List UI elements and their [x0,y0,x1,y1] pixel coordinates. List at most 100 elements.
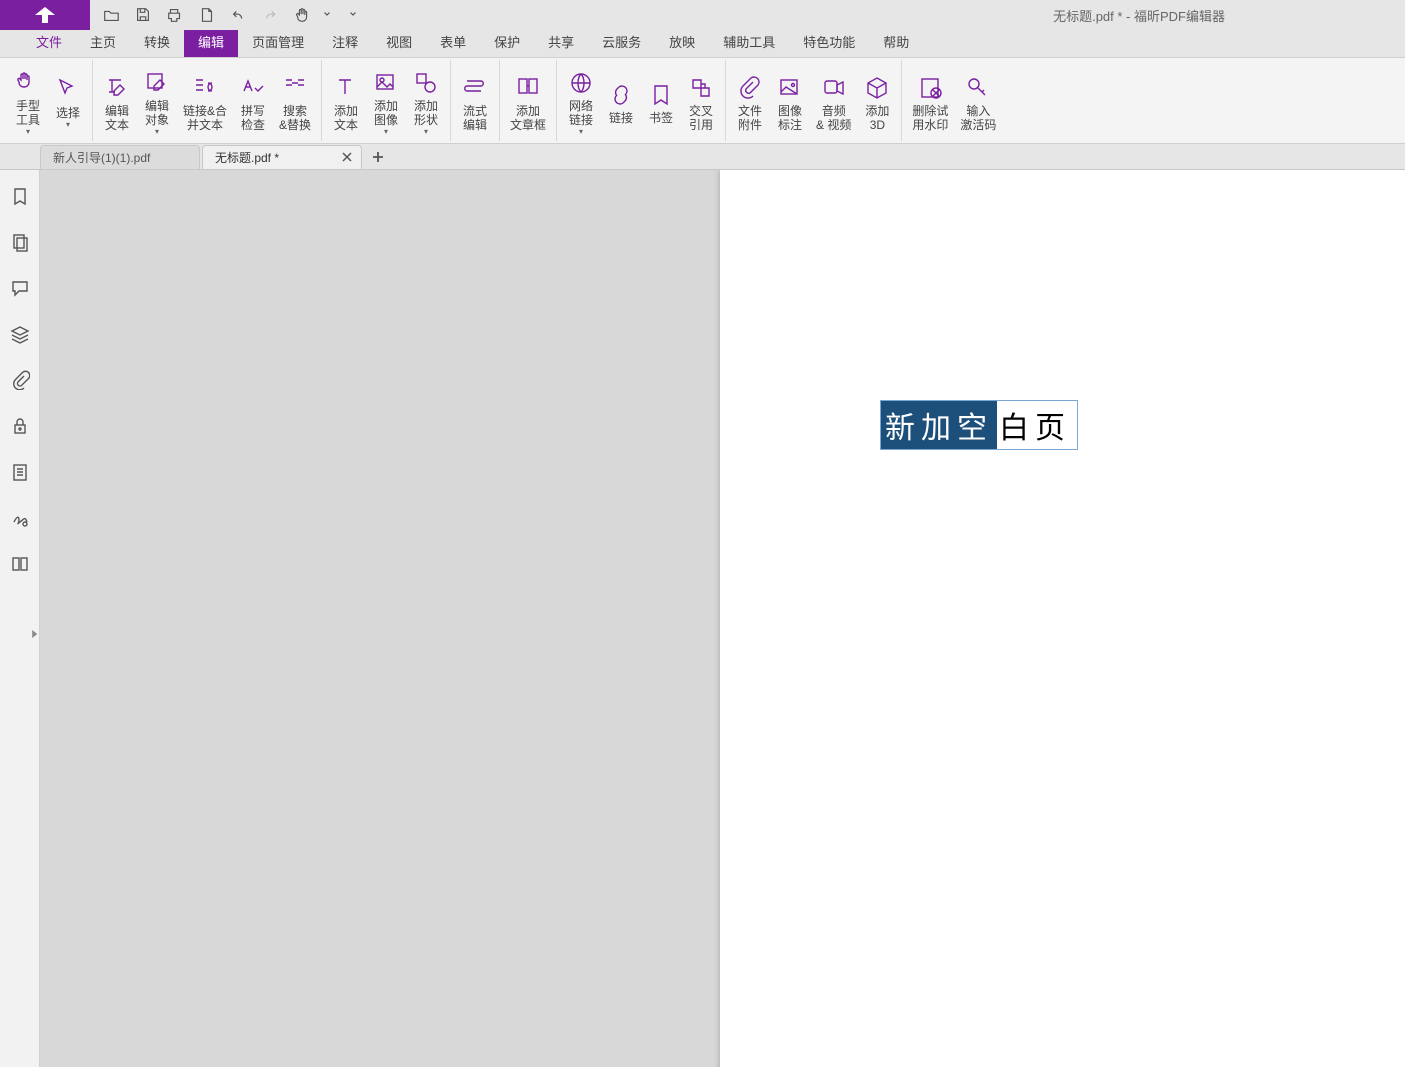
menu-tab-3[interactable]: 编辑 [184,27,238,57]
hand-quick-icon[interactable] [288,2,318,28]
attachments-panel-icon[interactable] [8,368,32,392]
link-merge-text-icon [191,74,219,102]
link-merge-text-label: 链接&合 并文本 [183,104,227,132]
web-link-dropdown-icon[interactable]: ▾ [579,128,583,136]
document-tab-0[interactable]: 新人引导(1)(1).pdf [40,145,200,169]
undo-icon[interactable] [224,2,254,28]
hand-tool-icon [14,69,42,97]
menu-tab-4[interactable]: 页面管理 [238,27,318,57]
ribbon-group: 流式 编辑 [451,60,500,141]
add-article-label: 添加 文章框 [510,104,546,132]
print-icon[interactable] [160,2,190,28]
articles-panel-icon[interactable] [8,460,32,484]
menu-tab-14[interactable]: 帮助 [869,27,923,57]
edit-text-button[interactable]: 编辑 文本 [97,70,137,132]
add-image-icon [372,69,400,97]
document-canvas[interactable]: 新加空 白页 [40,170,1405,1067]
left-sidebar [0,170,40,1067]
ribbon-group: 网络 链接▾链接书签交叉 引用 [557,60,726,141]
enter-activation-label: 输入 激活码 [960,104,996,132]
document-tab-label: 新人引导(1)(1).pdf [53,149,150,166]
pages-panel-icon[interactable] [8,230,32,254]
add-shape-label: 添加 形状 [414,99,438,127]
document-tab-1[interactable]: 无标题.pdf * [202,145,362,169]
menu-tab-13[interactable]: 特色功能 [789,27,869,57]
link-icon [607,81,635,109]
add-image-button[interactable]: 添加 图像▾ [366,65,406,136]
reflow-edit-button[interactable]: 流式 编辑 [455,70,495,132]
text-edit-box[interactable]: 新加空 白页 [880,400,1078,450]
sidebar-expand-icon[interactable] [30,619,40,649]
add-text-label: 添加 文本 [334,104,358,132]
hand-tool-button[interactable]: 手型 工具▾ [8,65,48,136]
add-shape-dropdown-icon[interactable]: ▾ [424,128,428,136]
qat-customize-icon[interactable] [346,11,360,19]
remove-trial-watermark-label: 删除试 用水印 [912,104,948,132]
close-tab-icon[interactable] [341,151,353,163]
add-3d-button[interactable]: 添加 3D [857,70,897,132]
add-image-label: 添加 图像 [374,99,398,127]
add-text-icon [332,74,360,102]
select-tool-button[interactable]: 选择▾ [48,72,88,129]
select-tool-label: 选择 [56,106,80,120]
edit-object-dropdown-icon[interactable]: ▾ [155,128,159,136]
image-annot-icon [776,74,804,102]
spell-check-button[interactable]: 拼写 检查 [233,70,273,132]
new-tab-button[interactable] [364,145,392,169]
edit-object-button[interactable]: 编辑 对象▾ [137,65,177,136]
audio-video-button[interactable]: 音频 & 视频 [810,70,857,132]
hand-tool-dropdown-icon[interactable]: ▾ [26,128,30,136]
blank-page-icon[interactable] [192,2,222,28]
menu-tab-12[interactable]: 辅助工具 [709,27,789,57]
web-link-icon [567,69,595,97]
search-replace-button[interactable]: 搜索 &替换 [273,70,317,132]
link-button[interactable]: 链接 [601,77,641,125]
layers-panel-icon[interactable] [8,322,32,346]
security-panel-icon[interactable] [8,414,32,438]
remove-trial-watermark-button[interactable]: 删除试 用水印 [906,70,954,132]
document-tab-bar: 新人引导(1)(1).pdf 无标题.pdf * [0,144,1405,170]
ribbon-group: 删除试 用水印输入 激活码 [902,60,1006,141]
search-replace-label: 搜索 &替换 [279,104,311,132]
open-icon[interactable] [96,2,126,28]
add-image-dropdown-icon[interactable]: ▾ [384,128,388,136]
text-selected[interactable]: 新加空 [881,401,997,449]
web-link-button[interactable]: 网络 链接▾ [561,65,601,136]
bookmark-button[interactable]: 书签 [641,77,681,125]
add-text-button[interactable]: 添加 文本 [326,70,366,132]
text-after-caret[interactable]: 白页 [997,401,1077,449]
file-attach-icon [736,74,764,102]
save-icon[interactable] [128,2,158,28]
add-article-button[interactable]: 添加 文章框 [504,70,552,132]
menu-tab-0[interactable]: 文件 [22,27,76,57]
menu-tab-2[interactable]: 转换 [130,27,184,57]
image-annot-button[interactable]: 图像 标注 [770,70,810,132]
page[interactable]: 新加空 白页 [720,170,1405,1067]
menu-tab-7[interactable]: 表单 [426,27,480,57]
bookmarks-panel-icon[interactable] [8,184,32,208]
menu-tab-8[interactable]: 保护 [480,27,534,57]
link-merge-text-button[interactable]: 链接&合 并文本 [177,70,233,132]
hand-quick-dropdown-icon[interactable] [320,11,334,19]
enter-activation-button[interactable]: 输入 激活码 [954,70,1002,132]
cross-ref-button[interactable]: 交叉 引用 [681,70,721,132]
menu-tab-11[interactable]: 放映 [655,27,709,57]
menu-tab-1[interactable]: 主页 [76,27,130,57]
menu-tab-5[interactable]: 注释 [318,27,372,57]
menu-tab-10[interactable]: 云服务 [588,27,655,57]
edit-text-icon [103,74,131,102]
add-shape-button[interactable]: 添加 形状▾ [406,65,446,136]
signatures-panel-icon[interactable] [8,506,32,530]
image-annot-label: 图像 标注 [778,104,802,132]
app-logo[interactable] [0,0,90,30]
menu-tab-6[interactable]: 视图 [372,27,426,57]
reflow-edit-label: 流式 编辑 [463,104,487,132]
edit-object-icon [143,69,171,97]
menu-tab-9[interactable]: 共享 [534,27,588,57]
add-3d-icon [863,74,891,102]
select-tool-icon [54,76,82,104]
comments-panel-icon[interactable] [8,276,32,300]
file-attach-button[interactable]: 文件 附件 [730,70,770,132]
compare-panel-icon[interactable] [8,552,32,576]
select-tool-dropdown-icon[interactable]: ▾ [66,121,70,129]
